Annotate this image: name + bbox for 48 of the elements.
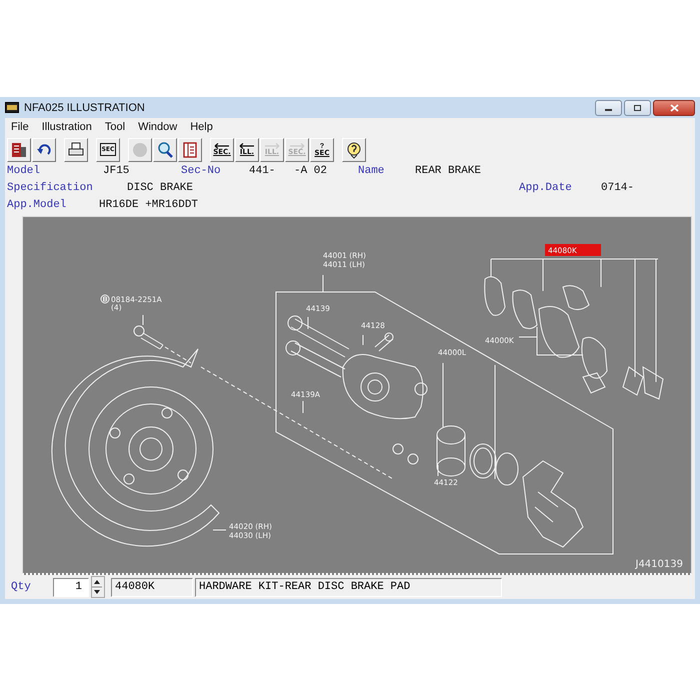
book-icon	[181, 140, 199, 158]
field-label: Model	[7, 164, 42, 176]
field-label: Specification	[7, 182, 94, 194]
book-button[interactable]	[178, 138, 202, 162]
menu-item[interactable]: Tool	[104, 120, 126, 132]
app-date-value: 0714-	[601, 182, 636, 194]
arrow-icon	[263, 143, 281, 149]
circled-letter-icon	[100, 294, 110, 304]
field-label: Name	[358, 164, 386, 176]
quantity-field[interactable]: 1	[53, 578, 89, 596]
app-model-value: HR16DE +MR16DDT	[99, 198, 198, 210]
spin-control[interactable]	[91, 576, 105, 598]
search-button[interactable]	[153, 138, 177, 162]
specification-value: DISC BRAKE	[127, 182, 194, 194]
minimize-button[interactable]	[595, 100, 622, 116]
model-value: JF15	[103, 164, 130, 176]
window-title: NFA025 ILLUSTRATION	[24, 102, 146, 114]
help-icon	[345, 140, 363, 158]
section-number: 441-	[249, 164, 276, 176]
close-button[interactable]	[653, 100, 695, 116]
menu-item[interactable]: Illustration	[42, 120, 92, 132]
field-label: Sec-No	[181, 164, 222, 176]
undo-button[interactable]	[32, 138, 56, 162]
exit-button[interactable]	[7, 138, 31, 162]
arrow-icon	[238, 143, 256, 149]
field-label: App.Model	[7, 198, 68, 210]
description-field[interactable]: HARDWARE KIT-REAR DISC BRAKE PAD	[195, 578, 502, 596]
circle-icon	[131, 140, 149, 158]
field-label: App.Date	[519, 182, 573, 194]
menu-item[interactable]: Window	[138, 120, 178, 132]
print-button[interactable]	[64, 138, 88, 162]
arrow-icon	[288, 143, 306, 149]
name-value: REAR BRAKE	[415, 164, 482, 176]
close-icon	[670, 104, 678, 112]
illustration-reference: J4410139	[636, 559, 683, 570]
arrow-icon	[213, 143, 231, 149]
section-suffix: -A 02	[294, 164, 328, 176]
printer-icon	[67, 140, 85, 158]
help-button[interactable]	[342, 138, 366, 162]
maximize-button[interactable]	[624, 100, 651, 116]
menu-item[interactable]: File	[11, 120, 29, 132]
maximize-icon	[633, 104, 642, 112]
part-number-field[interactable]: 44080K	[111, 578, 193, 596]
building-icon	[10, 140, 28, 158]
menu-item[interactable]: Help	[190, 120, 213, 132]
search-icon	[156, 140, 174, 158]
field-label: Qty	[11, 581, 32, 593]
app-icon	[5, 102, 19, 113]
